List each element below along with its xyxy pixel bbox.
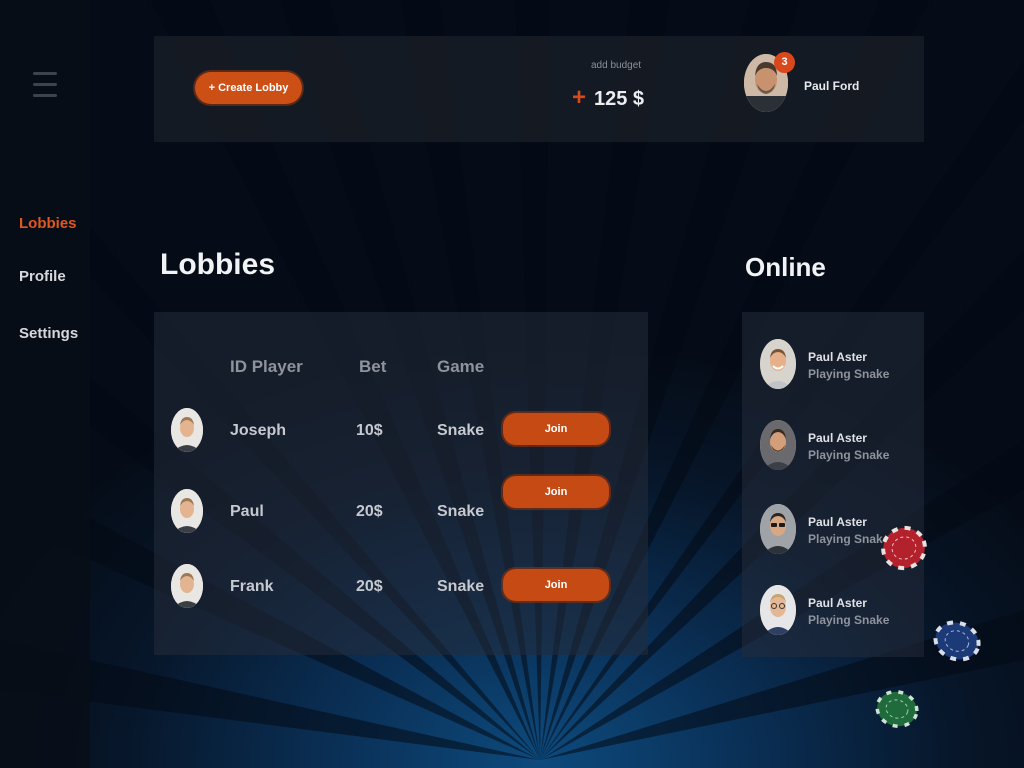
online-user-status: Playing Snake <box>808 448 890 462</box>
online-user-status: Playing Snake <box>808 367 890 381</box>
online-users-list: Paul Aster Playing Snake Paul Aster Play… <box>742 312 924 657</box>
online-user-name: Paul Aster <box>808 431 867 445</box>
column-header-game: Game <box>437 357 485 376</box>
bet-amount: 20$ <box>356 503 383 520</box>
sidebar: Lobbies Profile Settings <box>0 0 90 768</box>
table-row: Paul 20$ Snake Join <box>154 476 648 541</box>
add-budget-label: add budget <box>591 60 642 71</box>
online-user-item[interactable]: Paul Aster Playing Snake <box>742 420 924 480</box>
game-name: Snake <box>437 503 485 520</box>
budget-value: 125 $ <box>594 88 645 110</box>
game-name: Snake <box>437 578 485 595</box>
user-name: Paul Ford <box>804 79 860 93</box>
join-button[interactable]: Join <box>503 476 609 508</box>
column-header-player: ID Player <box>230 357 303 376</box>
online-user-name: Paul Aster <box>808 350 867 364</box>
top-bar: + Create Lobby add budget + 125 $ 3 Paul… <box>154 36 924 142</box>
online-user-item[interactable]: Paul Aster Playing Snake <box>742 585 924 645</box>
sidebar-item-settings[interactable]: Settings <box>19 325 78 342</box>
online-user-name: Paul Aster <box>808 515 867 529</box>
online-user-name: Paul Aster <box>808 596 867 610</box>
lobbies-table: ID Player Bet Game Joseph 10$ Snake Join… <box>154 312 648 655</box>
online-title: Online <box>745 252 826 282</box>
online-user-avatar <box>760 420 796 470</box>
table-row: Joseph 10$ Snake Join <box>154 404 648 460</box>
join-button[interactable]: Join <box>503 569 609 601</box>
green-poker-chip-icon <box>875 690 919 728</box>
player-avatar <box>171 489 203 533</box>
online-user-item[interactable]: Paul Aster Playing Snake <box>742 339 924 399</box>
blue-poker-chip-icon <box>933 620 981 662</box>
player-name: Frank <box>230 578 274 595</box>
bet-amount: 20$ <box>356 578 383 595</box>
online-user-status: Playing Snake <box>808 532 890 546</box>
lobbies-title: Lobbies <box>160 248 276 281</box>
table-row: Frank 20$ Snake Join <box>154 560 648 616</box>
add-budget-plus-icon[interactable]: + <box>572 86 586 110</box>
online-user-avatar <box>760 504 796 554</box>
red-poker-chip-icon <box>881 525 927 571</box>
notification-badge[interactable]: 3 <box>774 52 795 73</box>
column-header-bet: Bet <box>359 357 387 376</box>
hamburger-menu-icon[interactable] <box>33 70 57 102</box>
player-name: Paul <box>230 503 264 520</box>
player-name: Joseph <box>230 422 287 439</box>
online-user-avatar <box>760 339 796 389</box>
online-user-avatar <box>760 585 796 635</box>
bet-amount: 10$ <box>356 422 383 439</box>
player-avatar <box>171 408 203 452</box>
online-user-status: Playing Snake <box>808 613 890 627</box>
player-avatar <box>171 564 203 608</box>
game-name: Snake <box>437 422 485 439</box>
join-button[interactable]: Join <box>503 413 609 445</box>
sidebar-item-profile[interactable]: Profile <box>19 268 66 285</box>
sidebar-item-lobbies[interactable]: Lobbies <box>19 215 77 232</box>
create-lobby-button[interactable]: + Create Lobby <box>195 72 302 104</box>
